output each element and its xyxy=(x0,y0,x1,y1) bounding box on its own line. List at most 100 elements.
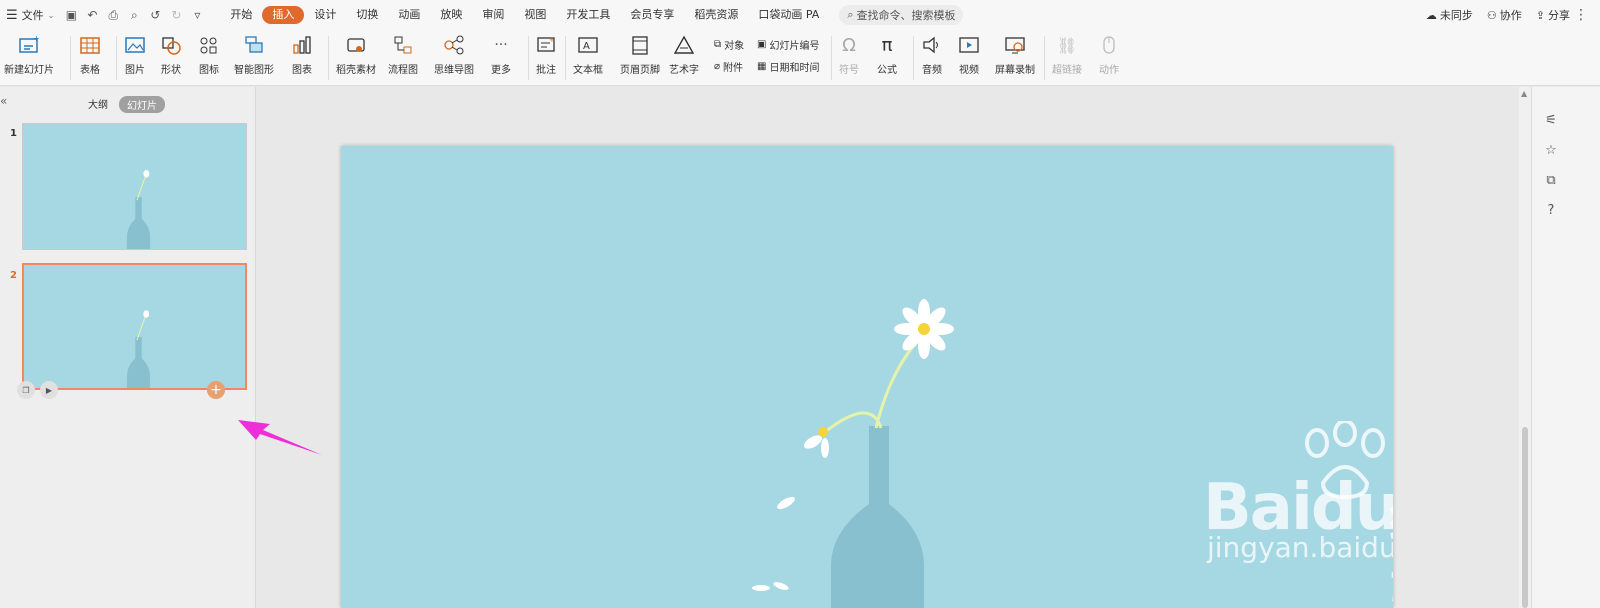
wordart-button[interactable]: 艺术字 xyxy=(669,34,699,76)
file-menu[interactable]: ☰ 文件 ⌄ xyxy=(6,7,54,23)
tab-view[interactable]: 视图 xyxy=(514,6,556,24)
tab-design[interactable]: 设计 xyxy=(304,6,346,24)
tab-home[interactable]: 开始 xyxy=(220,6,262,24)
tab-transitions[interactable]: 切换 xyxy=(346,6,388,24)
divider xyxy=(528,36,529,80)
share-button[interactable]: ⇪ 分享 xyxy=(1536,7,1570,23)
thumbnail-play-icon[interactable]: ▶ xyxy=(40,381,58,399)
scrollbar-thumb[interactable] xyxy=(1522,427,1528,608)
slide-number-button[interactable]: ▣ 幻灯片编号 xyxy=(757,37,819,52)
slides-panel-icon[interactable]: ⧉ xyxy=(1542,171,1560,189)
symbol-button[interactable]: Ω 符号 xyxy=(839,34,859,77)
textbox-button[interactable]: A 文本框 xyxy=(573,34,603,76)
calendar-icon: ▦ xyxy=(757,61,767,72)
shape-button[interactable]: 形状 xyxy=(160,34,182,76)
undo-arrow-icon[interactable]: ↶ xyxy=(85,8,99,22)
formula-button[interactable]: π 公式 xyxy=(877,34,897,77)
tab-outline[interactable]: 大纲 xyxy=(88,96,108,111)
save-icon[interactable]: ▣ xyxy=(64,8,78,22)
video-icon xyxy=(958,34,980,56)
slide-number: 1 xyxy=(10,128,17,139)
vertical-scrollbar[interactable]: ▲ xyxy=(1519,87,1531,608)
watermark-url: jingyan.baidu.com xyxy=(1207,531,1393,564)
chart-icon xyxy=(291,34,313,56)
header-footer-icon xyxy=(629,34,651,56)
more-options-icon[interactable]: ⋮ xyxy=(1574,7,1588,23)
tab-pocket-animation[interactable]: 口袋动画 PA xyxy=(748,6,829,24)
slide-thumbnail-1[interactable] xyxy=(22,123,247,250)
textbox-icon: A xyxy=(577,34,599,56)
link-icon: ⛓ xyxy=(1056,35,1078,55)
collab-button[interactable]: ⚇ 协作 xyxy=(1487,7,1522,23)
tab-insert[interactable]: 插入 xyxy=(262,6,305,24)
slide-number-icon: ▣ xyxy=(757,39,767,50)
flowchart-button[interactable]: 流程图 xyxy=(388,34,418,76)
picture-button[interactable]: 图片 xyxy=(124,34,146,76)
pin-icon[interactable]: ☆ xyxy=(1542,141,1560,159)
smart-graphic-button[interactable]: 智能图形 xyxy=(234,34,274,76)
paperclip-icon: ⌀ xyxy=(714,61,721,72)
share-label: 分享 xyxy=(1548,9,1570,22)
undo-icon[interactable]: ↺ xyxy=(148,8,162,22)
hyperlink-button[interactable]: ⛓ 超链接 xyxy=(1052,34,1082,77)
date-time-button[interactable]: ▦ 日期和时间 xyxy=(757,59,819,74)
shape-icon xyxy=(160,34,182,56)
right-actions: ☁ 未同步 ⚇ 协作 ⇪ 分享 xyxy=(1426,0,1570,30)
docer-material-label: 稻壳素材 xyxy=(336,65,376,76)
settings-sliders-icon[interactable]: ⚟ xyxy=(1542,111,1560,129)
slide-editor-canvas: Baidu 经验 jingyan.baidu.com xyxy=(257,87,1519,608)
redo-icon[interactable]: ↻ xyxy=(169,8,183,22)
date-time-label: 日期和时间 xyxy=(769,63,820,74)
sync-button[interactable]: ☁ 未同步 xyxy=(1426,7,1473,23)
mindmap-button[interactable]: 思维导图 xyxy=(434,34,474,76)
help-icon[interactable]: ? xyxy=(1542,201,1560,219)
divider xyxy=(1044,36,1045,80)
material-icon xyxy=(345,34,367,56)
slide-number: 2 xyxy=(10,270,17,281)
slide-thumbnail-art xyxy=(126,310,151,388)
chevron-down-icon: ⌄ xyxy=(47,10,55,20)
command-search[interactable]: ⌕ 查找命令、搜索模板 xyxy=(839,5,964,25)
textbox-label: 文本框 xyxy=(573,65,603,76)
customize-icon[interactable]: ▿ xyxy=(190,8,204,22)
more-button[interactable]: ··· 更多 xyxy=(491,34,511,76)
thumbnail-copy-icon[interactable]: ❐ xyxy=(17,381,35,399)
screen-record-button[interactable]: 屏幕录制 xyxy=(995,34,1035,76)
slide-thumbnail-panel: « 大纲 幻灯片 1 2 ❐ ▶ + xyxy=(0,87,256,608)
docer-material-button[interactable]: 稻壳素材 xyxy=(336,34,376,76)
header-footer-button[interactable]: 页眉页脚 xyxy=(620,34,660,76)
divider xyxy=(565,36,566,80)
icon-button[interactable]: 图标 xyxy=(198,34,220,76)
video-button[interactable]: 视频 xyxy=(958,34,980,76)
video-label: 视频 xyxy=(959,65,979,76)
new-slide-button[interactable]: + 新建幻灯片 xyxy=(4,34,54,76)
tab-animation[interactable]: 动画 xyxy=(388,6,430,24)
attachment-button[interactable]: ⌀ 附件 xyxy=(714,59,743,74)
annotation-arrow-icon xyxy=(238,420,322,455)
quick-access-toolbar: ▣ ↶ ⎙ ⌕ ↺ ↻ ▿ xyxy=(64,8,204,23)
wilting-flower xyxy=(803,427,829,458)
tab-slides[interactable]: 幻灯片 xyxy=(119,96,165,113)
tab-review[interactable]: 审阅 xyxy=(472,6,514,24)
object-button[interactable]: ⧉ 对象 xyxy=(714,37,744,52)
tab-developer[interactable]: 开发工具 xyxy=(556,6,620,24)
action-button[interactable]: 动作 xyxy=(1098,34,1120,76)
table-button[interactable]: 表格 xyxy=(79,34,101,76)
add-slide-icon[interactable]: + xyxy=(207,381,225,399)
collapse-panel-icon[interactable]: « xyxy=(0,94,7,108)
more-label: 更多 xyxy=(491,65,511,76)
tab-member[interactable]: 会员专享 xyxy=(620,6,684,24)
flowchart-label: 流程图 xyxy=(388,65,418,76)
current-slide[interactable]: Baidu 经验 jingyan.baidu.com xyxy=(341,146,1393,608)
print-preview-icon[interactable]: ⌕ xyxy=(127,8,141,23)
slide-thumbnail-2[interactable] xyxy=(22,263,247,390)
audio-button[interactable]: 音频 xyxy=(921,34,943,76)
print-icon[interactable]: ⎙ xyxy=(106,8,120,23)
table-icon xyxy=(79,34,101,56)
tab-slideshow[interactable]: 放映 xyxy=(430,6,472,24)
wordart-label: 艺术字 xyxy=(669,65,699,76)
comment-button[interactable]: + 批注 xyxy=(535,34,557,76)
chart-button[interactable]: 图表 xyxy=(291,34,313,76)
tab-docer[interactable]: 稻壳资源 xyxy=(684,6,748,24)
scroll-up-icon[interactable]: ▲ xyxy=(1521,89,1527,98)
